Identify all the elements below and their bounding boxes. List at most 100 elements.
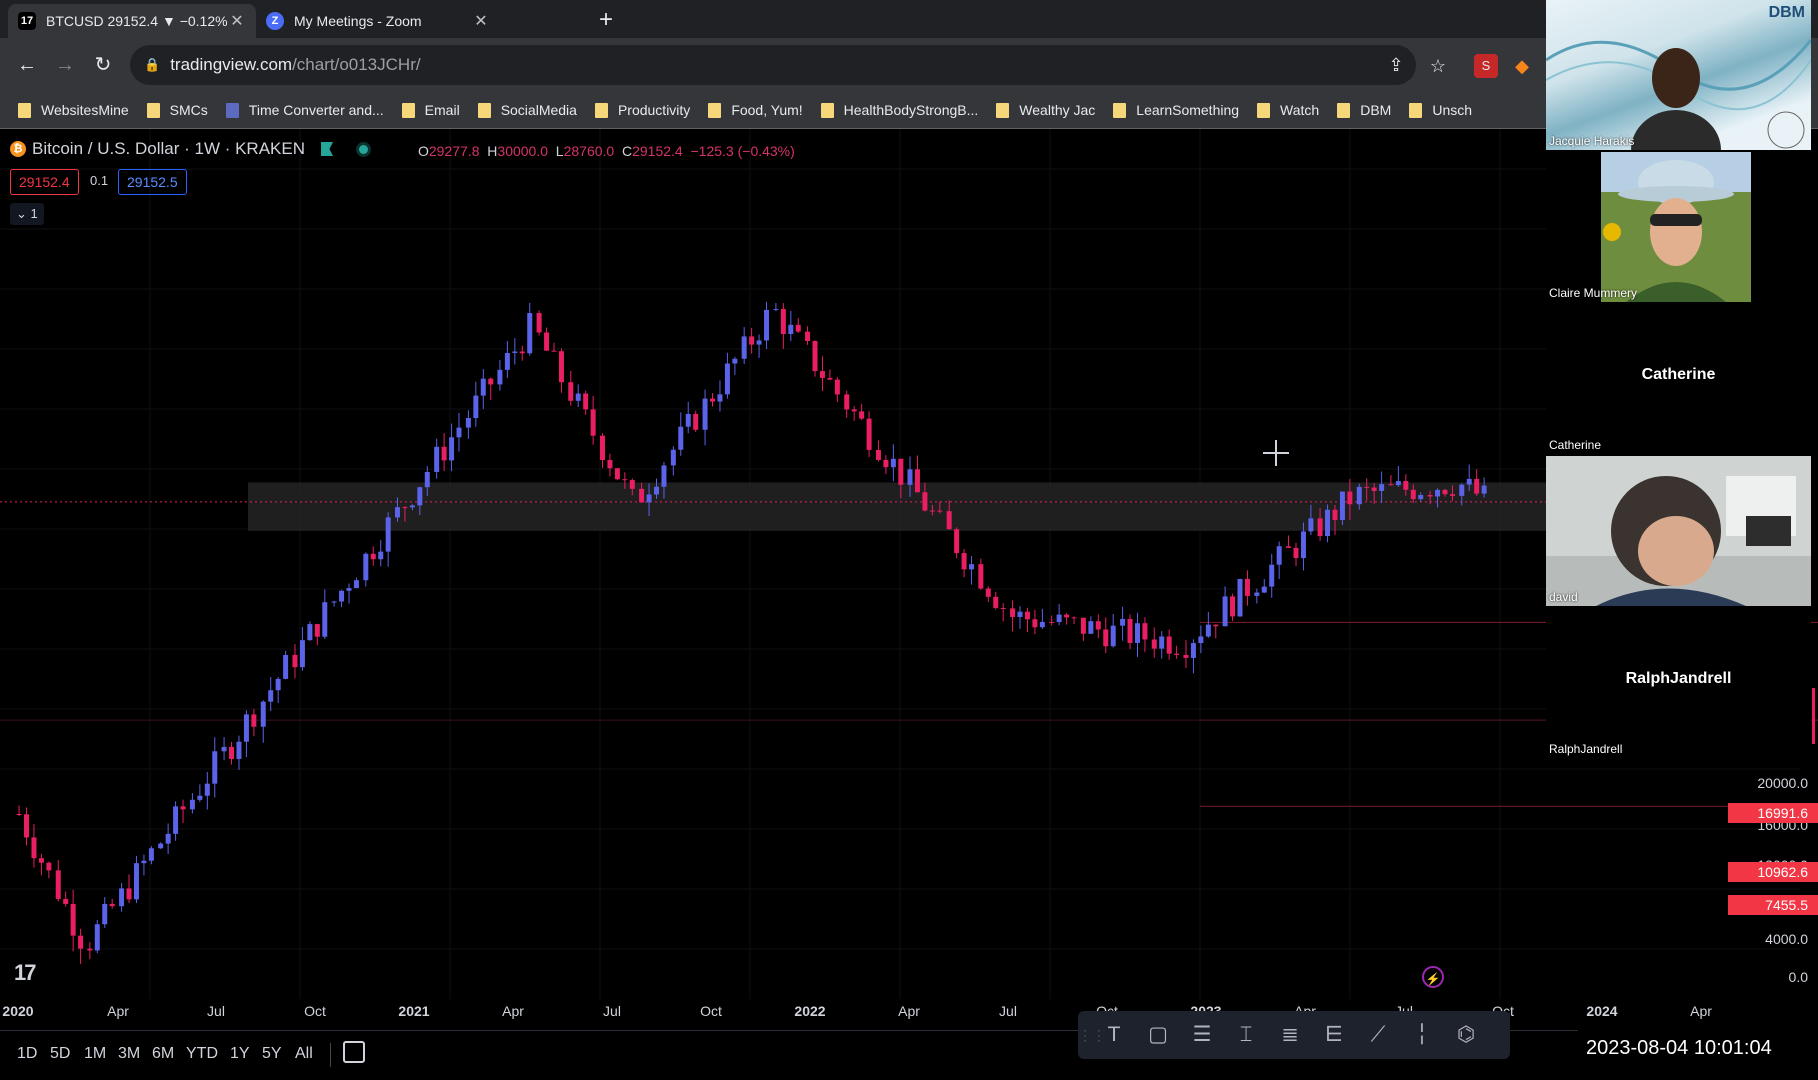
candle-body bbox=[661, 465, 667, 487]
price-level-tag[interactable]: 7455.5 bbox=[1728, 895, 1818, 915]
range-5y-button[interactable]: 5Y bbox=[262, 1045, 282, 1063]
share-icon[interactable]: ⇪ bbox=[1384, 53, 1408, 77]
bookmark-socialmedia[interactable]: SocialMedia bbox=[477, 102, 577, 118]
participant-tile[interactable]: Catherine Catherine bbox=[1546, 304, 1811, 454]
range-all-button[interactable]: All bbox=[295, 1045, 313, 1063]
time-axis-label: Apr bbox=[1690, 1003, 1712, 1019]
bookmark-unsch[interactable]: Unsch bbox=[1409, 102, 1472, 118]
participant-tile[interactable]: Claire Mummery bbox=[1546, 152, 1811, 302]
candle-body bbox=[322, 602, 328, 637]
candle-body bbox=[1388, 484, 1394, 486]
bottom-toolbar: 1D 5D 1M 3M 6M YTD 1Y 5Y All bbox=[0, 1030, 1818, 1080]
price-level-tag[interactable]: 10962.6 bbox=[1728, 862, 1818, 882]
candle-body bbox=[1017, 611, 1023, 617]
participant-tile[interactable]: RalphJandrell RalphJandrell bbox=[1546, 608, 1811, 758]
reload-icon[interactable]: ↻ bbox=[88, 50, 118, 80]
candle-body bbox=[851, 409, 857, 412]
candle-body bbox=[158, 843, 164, 849]
candle-body bbox=[46, 862, 52, 871]
high-value: 30000.0 bbox=[497, 143, 549, 159]
folder-icon bbox=[1337, 102, 1351, 118]
time-axis-label: Jul bbox=[999, 1003, 1017, 1019]
candle-body bbox=[954, 529, 960, 554]
collapse-indicators-button[interactable]: ⌄ 1 bbox=[10, 203, 44, 225]
lightning-icon[interactable]: ⚡ bbox=[1422, 966, 1444, 988]
candle-body bbox=[197, 795, 203, 800]
candle-body bbox=[275, 678, 281, 691]
candle-body bbox=[1356, 486, 1362, 505]
candle-body bbox=[504, 352, 510, 370]
drag-handle-icon[interactable]: ⋮⋮ bbox=[1078, 1011, 1106, 1059]
bookmark-time-converter[interactable]: Time Converter and... bbox=[225, 102, 384, 118]
tab-zoom[interactable]: Z My Meetings - Zoom ✕ bbox=[256, 4, 500, 38]
candle-body bbox=[1474, 478, 1480, 494]
candle-body bbox=[685, 413, 691, 427]
tab-tradingview[interactable]: 17 BTCUSD 29152.4 ▼ −0.12% Teach ✕ bbox=[8, 4, 256, 38]
text-tool-icon[interactable]: T bbox=[1092, 1011, 1136, 1059]
participant-video bbox=[1546, 456, 1811, 606]
time-axis-label: 2022 bbox=[794, 1003, 826, 1019]
fib-levels-icon[interactable]: ≣ bbox=[1268, 1011, 1312, 1059]
bookmark-websitesmine[interactable]: WebsitesMine bbox=[18, 102, 129, 118]
flag-icon[interactable] bbox=[321, 142, 334, 156]
range-5d-button[interactable]: 5D bbox=[50, 1045, 70, 1063]
bookmark-productivity[interactable]: Productivity bbox=[594, 102, 691, 118]
range-3m-button[interactable]: 3M bbox=[118, 1045, 140, 1063]
pattern-tool-icon[interactable]: ⌬ bbox=[1444, 1011, 1488, 1059]
metamask-icon[interactable]: ◆ bbox=[1510, 54, 1534, 78]
price-range-icon[interactable]: ⌶ bbox=[1224, 1011, 1268, 1059]
bookmark-watch[interactable]: Watch bbox=[1257, 102, 1319, 118]
bookmark-health[interactable]: HealthBodyStrongB... bbox=[820, 102, 978, 118]
range-1m-button[interactable]: 1M bbox=[84, 1045, 106, 1063]
close-tab-icon[interactable]: ✕ bbox=[228, 11, 246, 31]
time-axis-label: Oct bbox=[700, 1003, 722, 1019]
range-6m-button[interactable]: 6M bbox=[152, 1045, 174, 1063]
extension-icon[interactable]: S bbox=[1474, 54, 1498, 78]
price-axis-label: 4000.0 bbox=[1765, 931, 1808, 947]
open-value: 29277.8 bbox=[428, 143, 480, 159]
candle-body bbox=[1088, 621, 1094, 634]
bookmark-dbm[interactable]: DBM bbox=[1337, 102, 1391, 118]
bookmark-food[interactable]: Food, Yum! bbox=[708, 102, 803, 118]
bookmark-learnsomething[interactable]: LearnSomething bbox=[1113, 102, 1239, 118]
price-level-tag[interactable]: 16991.6 bbox=[1728, 803, 1818, 823]
time-axis-label: 2020 bbox=[2, 1003, 34, 1019]
candle-body bbox=[1134, 623, 1140, 643]
trend-line-icon[interactable]: ⟋ bbox=[1356, 1011, 1400, 1059]
new-tab-button[interactable]: + bbox=[592, 6, 620, 34]
vertical-line-icon[interactable]: ╎ bbox=[1400, 1011, 1444, 1059]
candle-body bbox=[16, 813, 22, 815]
candle-body bbox=[94, 924, 100, 951]
url-field[interactable]: 🔒 tradingview.com/chart/o013JCHr/ ⇪ bbox=[130, 45, 1416, 85]
bookmark-email[interactable]: Email bbox=[401, 102, 460, 118]
calendar-icon[interactable] bbox=[343, 1041, 365, 1063]
candle-body bbox=[441, 446, 447, 461]
bookmark-star-icon[interactable]: ☆ bbox=[1426, 54, 1450, 78]
candle-body bbox=[1095, 621, 1101, 630]
channel-tool-icon[interactable]: ⋿ bbox=[1312, 1011, 1356, 1059]
back-icon[interactable]: ← bbox=[12, 50, 42, 80]
candle-body bbox=[1024, 611, 1030, 620]
url-path: /chart/o013JCHr/ bbox=[292, 55, 421, 74]
forward-icon[interactable]: → bbox=[50, 50, 80, 80]
rectangle-tool-icon[interactable]: ▢ bbox=[1136, 1011, 1180, 1059]
range-1y-button[interactable]: 1Y bbox=[230, 1045, 250, 1063]
range-ytd-button[interactable]: YTD bbox=[186, 1045, 218, 1063]
candle-body bbox=[55, 870, 61, 899]
bookmark-label: Productivity bbox=[617, 102, 691, 118]
candle-body bbox=[251, 714, 257, 727]
participant-tile[interactable]: DBM Jacquie Harakis bbox=[1546, 0, 1811, 150]
symbol-title[interactable]: ₿ Bitcoin / U.S. Dollar · 1W · KRAKEN bbox=[10, 139, 369, 159]
price-axis-label: 20000.0 bbox=[1757, 775, 1808, 791]
sell-button[interactable]: 29152.4 bbox=[10, 169, 79, 195]
participant-tile[interactable]: david bbox=[1546, 456, 1811, 606]
range-1d-button[interactable]: 1D bbox=[17, 1045, 37, 1063]
candle-body bbox=[1110, 625, 1116, 647]
buy-button[interactable]: 29152.5 bbox=[118, 169, 187, 195]
bookmark-wealthy-jac[interactable]: Wealthy Jac bbox=[996, 102, 1095, 118]
participant-name: Jacquie Harakis bbox=[1549, 134, 1635, 148]
close-tab-icon[interactable]: ✕ bbox=[472, 11, 490, 31]
bookmark-smcs[interactable]: SMCs bbox=[146, 102, 208, 118]
folder-icon bbox=[820, 102, 834, 118]
horizontal-lines-icon[interactable]: ☰ bbox=[1180, 1011, 1224, 1059]
